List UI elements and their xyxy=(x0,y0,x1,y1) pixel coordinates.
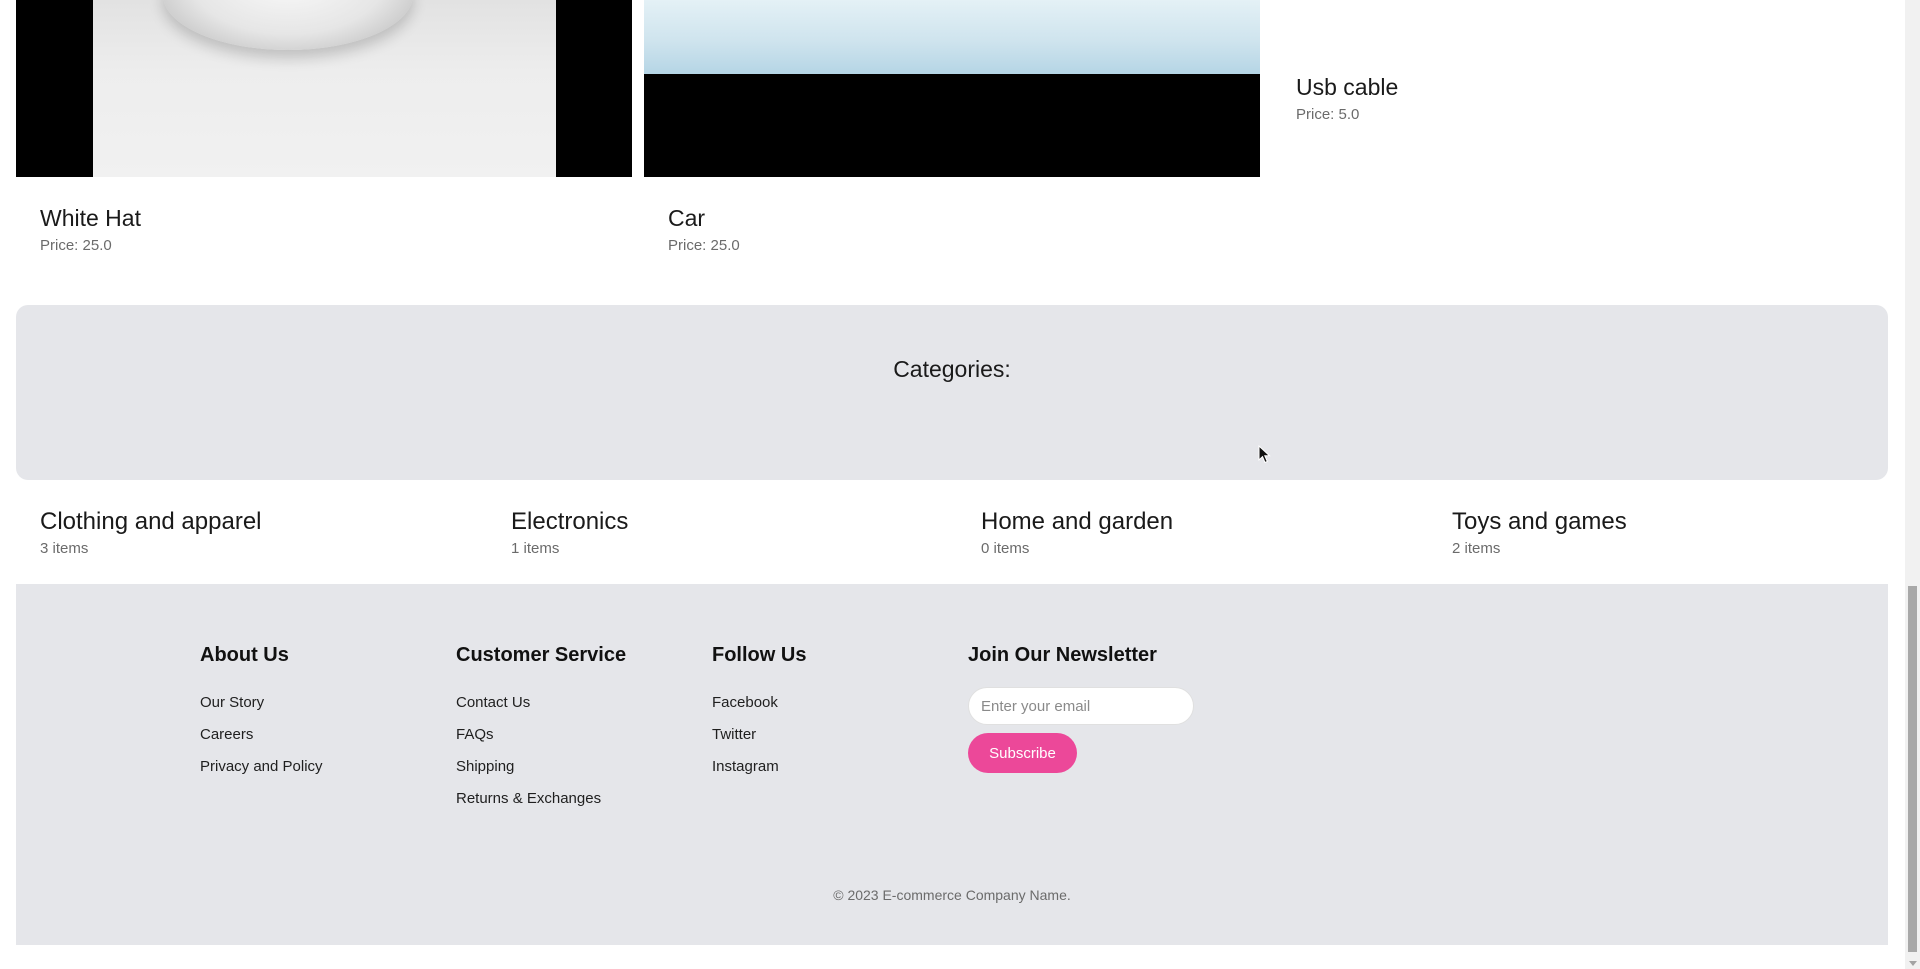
product-name[interactable]: Car xyxy=(668,205,705,232)
subscribe-button[interactable]: Subscribe xyxy=(968,733,1077,773)
category-home-and-garden[interactable]: Home and garden 0 items xyxy=(981,508,1173,557)
newsletter-email-input[interactable] xyxy=(968,687,1194,725)
vertical-scrollbar[interactable] xyxy=(1905,0,1920,969)
scrollbar-thumb[interactable] xyxy=(1908,586,1917,952)
car-photo xyxy=(644,0,1260,74)
product-name[interactable]: White Hat xyxy=(40,205,141,232)
category-count: 3 items xyxy=(40,540,89,557)
category-clothing-and-apparel[interactable]: Clothing and apparel 3 items xyxy=(40,508,262,557)
footer-customer-service-heading: Customer Service xyxy=(456,644,627,666)
footer-newsletter-heading: Join Our Newsletter xyxy=(968,644,1157,666)
category-count: 2 items xyxy=(1452,540,1501,557)
category-name[interactable]: Toys and games xyxy=(1452,508,1627,536)
footer-link-twitter[interactable]: Twitter xyxy=(712,719,806,751)
footer-newsletter-column: Join Our Newsletter Subscribe xyxy=(968,644,1194,773)
category-toys-and-games[interactable]: Toys and games 2 items xyxy=(1452,508,1627,557)
page: White Hat Price: 25.0 Car Price: 25.0 Us… xyxy=(0,0,1905,969)
scroll-down-arrow-icon[interactable] xyxy=(1909,961,1917,966)
category-count: 1 items xyxy=(511,540,560,557)
product-grid: White Hat Price: 25.0 Car Price: 25.0 Us… xyxy=(16,0,1888,290)
white-hat-photo xyxy=(93,0,556,177)
category-name[interactable]: Electronics xyxy=(511,508,628,536)
footer-link-faqs[interactable]: FAQs xyxy=(456,719,626,751)
footer-about-heading: About Us xyxy=(200,644,289,666)
category-name[interactable]: Clothing and apparel xyxy=(40,508,262,536)
footer-link-facebook[interactable]: Facebook xyxy=(712,687,806,719)
categories-banner: Categories: xyxy=(16,305,1888,480)
footer-link-privacy-and-policy[interactable]: Privacy and Policy xyxy=(200,751,323,783)
footer-customer-service-column: Customer Service Contact Us FAQs Shippin… xyxy=(456,644,626,815)
copyright-text: © 2023 E-commerce Company Name. xyxy=(833,887,1071,903)
product-image-frame[interactable] xyxy=(644,0,1260,177)
product-image-frame[interactable] xyxy=(16,0,632,177)
footer-follow-column: Follow Us Facebook Twitter Instagram xyxy=(712,644,806,783)
product-price: Price: 5.0 xyxy=(1296,106,1360,123)
product-name[interactable]: Usb cable xyxy=(1296,74,1398,101)
footer-link-careers[interactable]: Careers xyxy=(200,719,323,751)
footer-link-shipping[interactable]: Shipping xyxy=(456,751,626,783)
product-price: Price: 25.0 xyxy=(40,237,112,254)
site-footer: About Us Our Story Careers Privacy and P… xyxy=(16,584,1888,945)
product-price: Price: 25.0 xyxy=(668,237,740,254)
footer-about-links: Our Story Careers Privacy and Policy xyxy=(200,687,323,783)
footer-follow-heading: Follow Us xyxy=(712,644,807,666)
category-electronics[interactable]: Electronics 1 items xyxy=(511,508,628,557)
footer-link-returns-and-exchanges[interactable]: Returns & Exchanges xyxy=(456,783,626,815)
footer-customer-service-links: Contact Us FAQs Shipping Returns & Excha… xyxy=(456,687,626,815)
footer-link-instagram[interactable]: Instagram xyxy=(712,751,806,783)
footer-follow-links: Facebook Twitter Instagram xyxy=(712,687,806,783)
footer-link-contact-us[interactable]: Contact Us xyxy=(456,687,626,719)
category-count: 0 items xyxy=(981,540,1030,557)
category-name[interactable]: Home and garden xyxy=(981,508,1173,536)
categories-title: Categories: xyxy=(893,356,1011,382)
footer-link-our-story[interactable]: Our Story xyxy=(200,687,323,719)
hat-brim-shape xyxy=(163,0,413,50)
footer-about-column: About Us Our Story Careers Privacy and P… xyxy=(200,644,323,783)
